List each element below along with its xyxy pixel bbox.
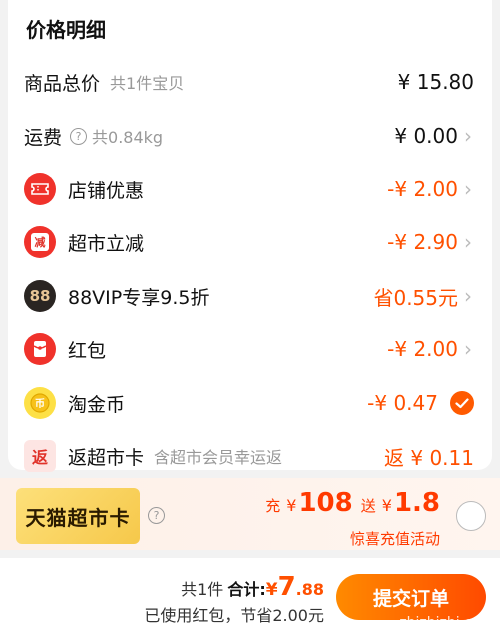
chevron-right-icon: › xyxy=(464,177,472,201)
row-market-discount[interactable]: 减 超市立减 -¥ 2.90 › xyxy=(8,220,492,264)
row-label: 运费 xyxy=(24,126,63,149)
discount-stamp-icon: 减 xyxy=(24,226,56,258)
promo-middle: 送 xyxy=(360,497,376,515)
watermark: zhizhizhi.com xyxy=(399,615,494,631)
row-taojinbi[interactable]: 币 淘金币 -¥ 0.47 xyxy=(8,381,492,425)
row-label: 淘金币 xyxy=(68,393,126,416)
price-detail-card: 价格明细 商品总价 共1件宝贝 ¥ 15.80 运费 ? 共0.84kg ¥ 0… xyxy=(8,0,492,472)
savings-text: 已使用红包，节省2.00元 xyxy=(144,606,324,625)
row-amount: -¥ 2.00 xyxy=(387,337,458,361)
help-icon[interactable]: ? xyxy=(148,507,165,524)
total-currency: ¥ xyxy=(265,580,278,600)
promo-caption: 惊喜充值活动 xyxy=(349,530,440,548)
return-badge-icon: 返 xyxy=(24,440,56,472)
row-label: 超市立减 xyxy=(68,232,145,255)
row-shop-discount[interactable]: 店铺优惠 -¥ 2.00 › xyxy=(8,167,492,211)
order-total: 共1件 合计: ¥ 7 .88 xyxy=(181,572,324,602)
row-amount: -¥ 2.00 xyxy=(387,177,458,201)
promo-radio-button[interactable] xyxy=(456,501,486,531)
row-sub: 共0.84kg xyxy=(92,128,164,147)
row-total-price: 商品总价 共1件宝贝 ¥ 15.80 xyxy=(8,60,492,104)
row-label: 红包 xyxy=(68,339,107,362)
promo-bonus: 1.8 xyxy=(393,488,440,518)
submit-order-button[interactable]: 提交订单 xyxy=(336,574,486,620)
row-label: 店铺优惠 xyxy=(68,179,145,202)
row-sub: 含超市会员幸运返 xyxy=(154,448,283,467)
row-amount: 返 ¥ 0.11 xyxy=(384,445,474,470)
chevron-right-icon: › xyxy=(464,284,472,308)
svg-text:币: 币 xyxy=(35,398,45,410)
promo-amount: 108 xyxy=(298,488,353,518)
checkout-bar: 共1件 合计: ¥ 7 .88 已使用红包，节省2.00元 提交订单 zhizh… xyxy=(0,558,500,633)
chevron-right-icon: › xyxy=(464,337,472,361)
row-vip-discount[interactable]: 88 88VIP专享9.5折 省0.55元 › xyxy=(8,274,492,318)
row-red-packet[interactable]: 红包 -¥ 2.00 › xyxy=(8,327,492,371)
row-amount: ¥ 15.80 xyxy=(397,70,474,94)
row-shipping[interactable]: 运费 ? 共0.84kg ¥ 0.00 › xyxy=(8,114,492,158)
checkmark-icon[interactable] xyxy=(450,391,474,415)
vip-badge-icon: 88 xyxy=(24,280,56,312)
help-icon[interactable]: ? xyxy=(70,127,88,145)
row-amount: 省0.55元 xyxy=(373,285,458,310)
promo-currency: ¥ xyxy=(381,496,392,515)
item-count: 共1件 xyxy=(181,580,224,599)
page-title: 价格明细 xyxy=(26,18,106,42)
row-label: 返超市卡 xyxy=(68,446,145,469)
coupon-icon xyxy=(24,173,56,205)
gold-coin-icon: 币 xyxy=(24,387,56,419)
row-label: 商品总价 xyxy=(24,72,101,95)
promo-offer: 充 ¥ 108 送 ¥ 1.8 xyxy=(265,488,440,518)
submit-label: 提交订单 xyxy=(372,587,449,610)
total-label: 合计: xyxy=(227,580,266,599)
tmall-market-card-image: 天猫超市卡 xyxy=(16,488,140,544)
chevron-right-icon: › xyxy=(464,124,472,148)
row-label: 88VIP专享9.5折 xyxy=(68,286,210,309)
total-integer: 7 xyxy=(277,572,296,602)
total-decimal: .88 xyxy=(295,580,324,599)
row-sub: 共1件宝贝 xyxy=(110,74,185,93)
promo-card-label: 天猫超市卡 xyxy=(25,505,131,530)
row-amount: ¥ 0.00 xyxy=(394,124,458,148)
promo-prefix: 充 xyxy=(265,497,281,515)
row-amount: -¥ 0.47 xyxy=(367,391,438,415)
row-amount: -¥ 2.90 xyxy=(387,230,458,254)
chevron-right-icon: › xyxy=(464,230,472,254)
promo-currency: ¥ xyxy=(286,496,297,515)
row-cashback-card: 返 返超市卡 含超市会员幸运返 返 ¥ 0.11 xyxy=(8,434,492,478)
red-packet-icon xyxy=(24,333,56,365)
